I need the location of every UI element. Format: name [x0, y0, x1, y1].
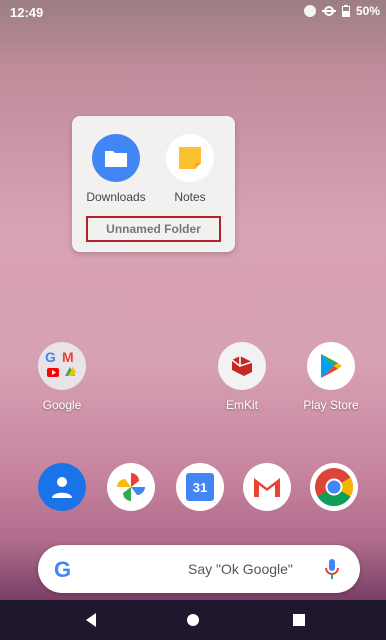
folder-name-field[interactable]: Unnamed Folder: [86, 216, 221, 242]
home-app-google[interactable]: G M Google: [27, 342, 97, 412]
status-time: 12:49: [10, 5, 44, 20]
app-label: Play Store: [303, 398, 359, 412]
home-app-play-store[interactable]: Play Store: [296, 342, 366, 412]
chrome-icon[interactable]: [310, 463, 358, 511]
navigation-bar: [0, 600, 386, 640]
home-button-icon[interactable]: [185, 612, 201, 628]
status-icons: 50%: [303, 4, 380, 18]
photos-icon[interactable]: [107, 463, 155, 511]
home-app-emkit[interactable]: EmKit: [207, 342, 277, 412]
emkit-icon: [218, 342, 266, 390]
search-hint: Say "Ok Google": [188, 561, 293, 577]
contacts-icon[interactable]: [38, 463, 86, 511]
google-folder-icon: G M: [38, 342, 86, 390]
data-saver-icon: [321, 6, 336, 16]
svg-text:M: M: [62, 349, 74, 365]
folder-app-notes[interactable]: Notes: [160, 134, 220, 204]
notification-dot-icon: [303, 5, 316, 17]
folder-app-label: Notes: [174, 190, 206, 204]
app-label: Google: [42, 398, 82, 412]
recents-button-icon[interactable]: [291, 612, 307, 628]
downloads-icon: [92, 134, 140, 182]
google-g-icon: G: [54, 557, 71, 581]
svg-text:G: G: [54, 557, 71, 581]
battery-percent: 50%: [355, 4, 380, 18]
google-search-bar[interactable]: G Say "Ok Google": [38, 545, 360, 593]
open-folder: Downloads Notes Unnamed Folder: [72, 116, 235, 252]
notes-icon: [166, 134, 214, 182]
app-label: EmKit: [225, 398, 258, 412]
play-store-icon: [307, 342, 355, 390]
mic-icon[interactable]: [324, 557, 340, 581]
back-button-icon[interactable]: [83, 612, 99, 628]
battery-icon: [341, 5, 350, 17]
gmail-icon[interactable]: [243, 463, 291, 511]
folder-app-label: Downloads: [86, 190, 146, 204]
calendar-day: 31: [186, 473, 214, 501]
status-bar: 12:49 50%: [0, 0, 386, 24]
calendar-icon[interactable]: 31: [176, 463, 224, 511]
svg-text:G: G: [45, 349, 56, 365]
folder-app-downloads[interactable]: Downloads: [86, 134, 146, 204]
